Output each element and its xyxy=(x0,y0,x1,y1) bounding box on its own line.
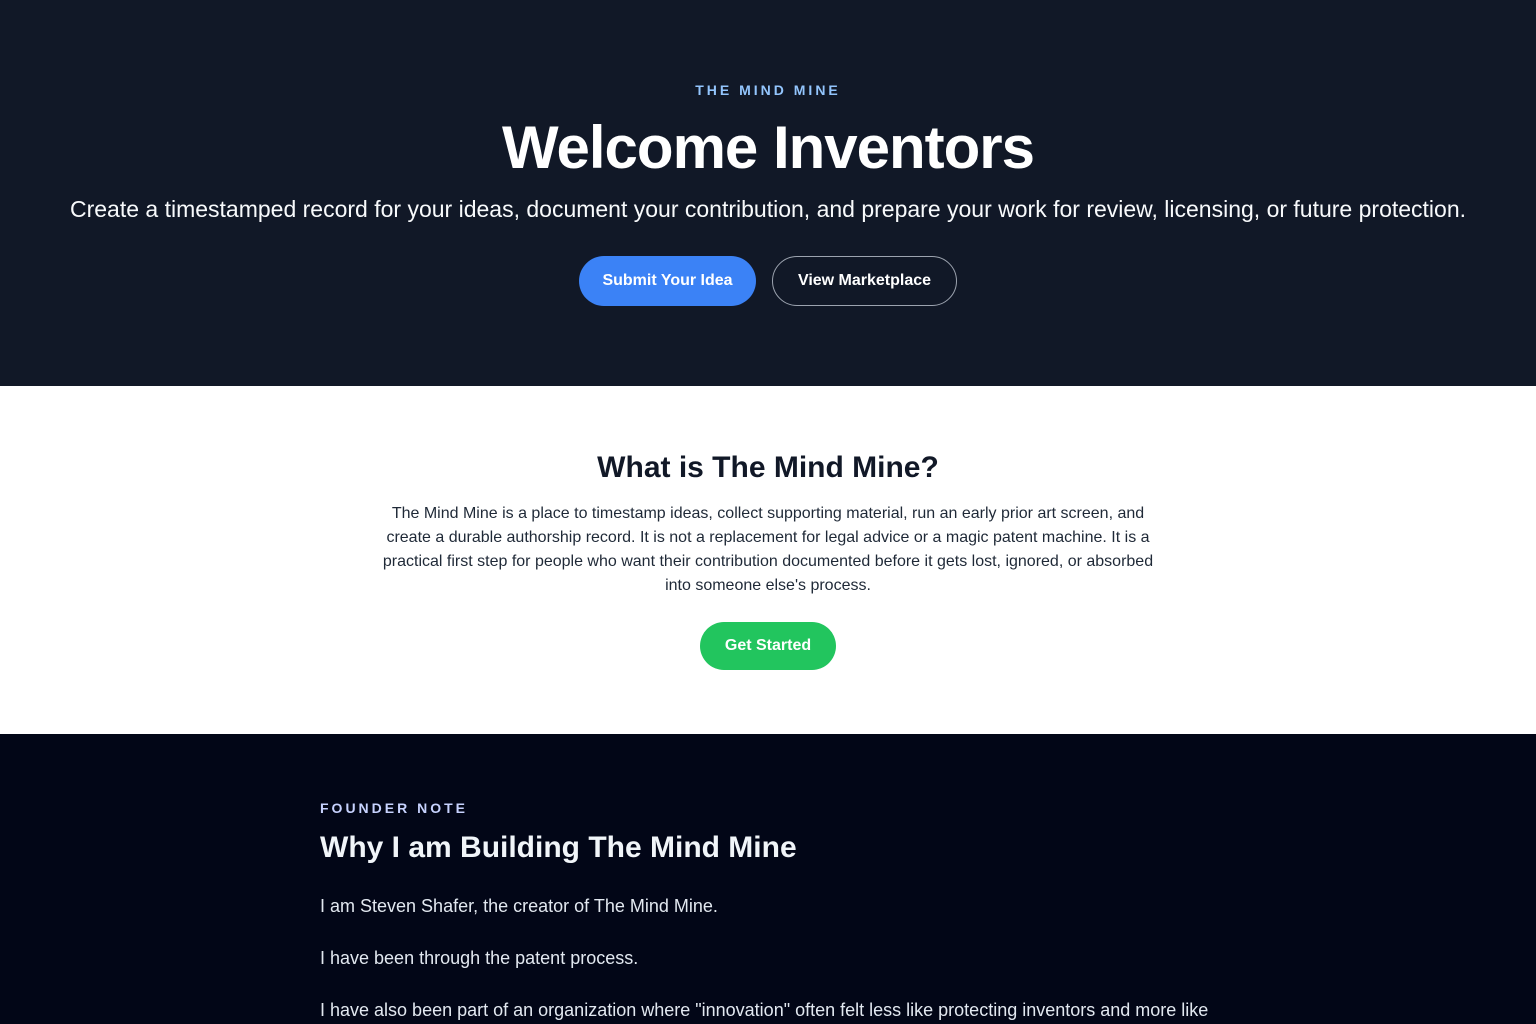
hero-section: THE MIND MINE Welcome Inventors Create a… xyxy=(0,0,1536,386)
founder-paragraph: I have also been part of an organization… xyxy=(320,1000,1209,1020)
hero-eyebrow: THE MIND MINE xyxy=(695,82,841,98)
get-started-button[interactable]: Get Started xyxy=(700,622,836,670)
about-description: The Mind Mine is a place to timestamp id… xyxy=(382,505,1154,594)
about-title: What is The Mind Mine? xyxy=(597,451,939,484)
founder-note-section: FOUNDER NOTE Why I am Building The Mind … xyxy=(0,734,1536,1024)
hero-subtitle: Create a timestamped record for your ide… xyxy=(69,196,1467,222)
founder-paragraph: I am Steven Shafer, the creator of The M… xyxy=(320,896,718,916)
about-section: What is The Mind Mine? The Mind Mine is … xyxy=(0,386,1536,734)
founder-eyebrow: FOUNDER NOTE xyxy=(320,800,468,816)
view-marketplace-button[interactable]: View Marketplace xyxy=(772,256,957,306)
founder-title: Why I am Building The Mind Mine xyxy=(320,831,797,864)
submit-idea-button[interactable]: Submit Your Idea xyxy=(579,256,756,306)
founder-paragraph: I have been through the patent process. xyxy=(320,948,639,968)
hero-title: Welcome Inventors xyxy=(501,114,1035,181)
hero-button-group: Submit Your Idea View Marketplace xyxy=(0,256,1536,306)
